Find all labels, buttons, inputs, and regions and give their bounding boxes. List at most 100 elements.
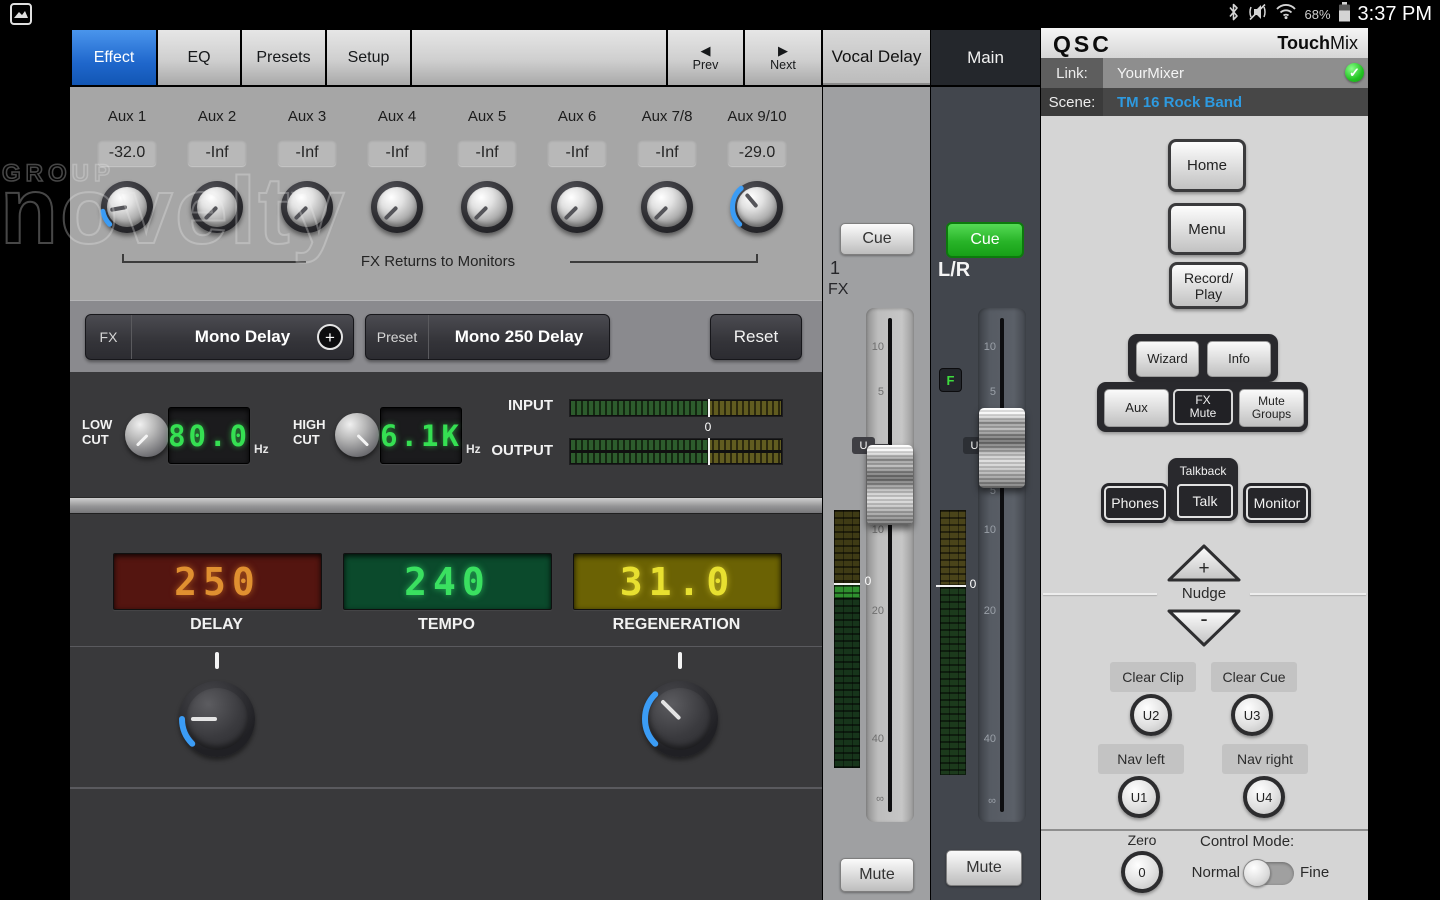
aux-send-value[interactable]: -Inf bbox=[548, 140, 606, 166]
aux-send-label: Aux 7/8 bbox=[622, 108, 712, 125]
brand-bar: QSC TouchMix bbox=[1041, 28, 1368, 59]
touchmix-logo: TouchMix bbox=[1277, 33, 1358, 54]
aux-send-knob[interactable] bbox=[281, 181, 333, 233]
aux-send-knob[interactable] bbox=[461, 181, 513, 233]
tab-setup[interactable]: Setup bbox=[327, 30, 410, 85]
low-cut-knob[interactable] bbox=[125, 413, 169, 457]
reset-button[interactable]: Reset bbox=[710, 314, 802, 360]
screenshot-notification-icon bbox=[10, 3, 32, 30]
regeneration-display[interactable]: 31.0 bbox=[573, 553, 782, 610]
clear-clip-label: Clear Clip bbox=[1110, 662, 1196, 692]
prev-button[interactable]: ◀ Prev bbox=[668, 30, 743, 85]
high-cut-knob[interactable] bbox=[335, 413, 379, 457]
delay-knob-tick bbox=[215, 652, 219, 669]
aux-send-value[interactable]: -29.0 bbox=[728, 140, 786, 166]
control-mode-toggle[interactable] bbox=[1246, 862, 1294, 885]
bracket-line-right bbox=[570, 261, 758, 263]
zero-button[interactable]: 0 bbox=[1121, 851, 1163, 893]
normal-label: Normal bbox=[1178, 864, 1240, 881]
aux-send-value[interactable]: -Inf bbox=[188, 140, 246, 166]
low-cut-label: LOWCUT bbox=[82, 417, 112, 447]
fx-mute-button[interactable]: Mute bbox=[840, 858, 914, 892]
tempo-label: TEMPO bbox=[343, 617, 550, 632]
u2-button[interactable]: U2 bbox=[1130, 694, 1172, 736]
regeneration-knob[interactable] bbox=[642, 681, 718, 757]
u3-button[interactable]: U3 bbox=[1231, 694, 1273, 736]
nudge-plus-label: + bbox=[1165, 556, 1243, 582]
fader-scale: 10 bbox=[974, 341, 996, 353]
u1-button[interactable]: U1 bbox=[1118, 776, 1160, 818]
fx-type-selector[interactable]: FX Mono Delay + bbox=[85, 314, 354, 360]
nudge-label: Nudge bbox=[1168, 585, 1240, 602]
link-value[interactable]: YourMixer bbox=[1103, 58, 1368, 88]
menu-button[interactable]: Menu bbox=[1168, 203, 1246, 255]
tempo-display[interactable]: 240 bbox=[343, 553, 552, 610]
link-ok-icon: ✓ bbox=[1345, 63, 1364, 82]
aux-send-knob[interactable] bbox=[551, 181, 603, 233]
fader-scale: ∞ bbox=[862, 793, 884, 805]
delay-knob[interactable] bbox=[179, 681, 255, 757]
scene-value[interactable]: TM 16 Rock Band bbox=[1103, 88, 1368, 116]
clear-cue-label: Clear Cue bbox=[1211, 662, 1297, 692]
fx-type-label: FX bbox=[86, 315, 132, 359]
add-fx-icon[interactable]: + bbox=[317, 324, 343, 350]
low-cut-display[interactable]: 80.0 bbox=[168, 407, 250, 464]
aux-send-value[interactable]: -Inf bbox=[278, 140, 336, 166]
aux-send-value[interactable]: -32.0 bbox=[98, 140, 156, 166]
mute-vibrate-icon bbox=[1246, 3, 1268, 26]
fx-mute-mode-button[interactable]: FXMute bbox=[1173, 389, 1233, 425]
status-bar: 68% 3:37 PM bbox=[0, 0, 1440, 28]
toggle-knob[interactable] bbox=[1243, 859, 1271, 887]
tab-eq[interactable]: EQ bbox=[158, 30, 240, 85]
main-meter-zero: 0 bbox=[966, 577, 980, 591]
next-button[interactable]: ▶ Next bbox=[745, 30, 821, 85]
aux-send-knob[interactable] bbox=[731, 181, 783, 233]
high-cut-label: HIGHCUT bbox=[293, 417, 326, 447]
record-play-button[interactable]: Record/Play bbox=[1169, 262, 1248, 309]
aux-send-knob[interactable] bbox=[641, 181, 693, 233]
main-mute-button[interactable]: Mute bbox=[946, 850, 1022, 886]
fine-mode-badge[interactable]: F bbox=[939, 368, 962, 392]
nudge-minus-label: - bbox=[1165, 606, 1243, 632]
fx-fader-handle[interactable] bbox=[867, 445, 913, 525]
wizard-button[interactable]: Wizard bbox=[1136, 341, 1199, 377]
preset-selector[interactable]: Preset Mono 250 Delay bbox=[365, 314, 610, 360]
preset-value: Mono 250 Delay bbox=[429, 327, 609, 347]
aux-send-value[interactable]: -Inf bbox=[638, 140, 696, 166]
aux-send-value[interactable]: -Inf bbox=[368, 140, 426, 166]
input-meter-label: INPUT bbox=[463, 398, 553, 413]
fx-channel-tab[interactable]: Vocal Delay bbox=[823, 30, 930, 85]
main-tab-header[interactable]: Main bbox=[931, 30, 1040, 85]
preset-label: Preset bbox=[366, 315, 429, 359]
u4-button[interactable]: U4 bbox=[1243, 776, 1285, 818]
high-cut-display[interactable]: 6.1K bbox=[380, 407, 462, 464]
qsc-logo: QSC bbox=[1053, 31, 1112, 58]
mute-groups-button[interactable]: MuteGroups bbox=[1239, 389, 1304, 427]
aux-send-knob[interactable] bbox=[371, 181, 423, 233]
fx-meter-zero: 0 bbox=[861, 574, 875, 588]
info-button[interactable]: Info bbox=[1207, 341, 1271, 377]
battery-icon bbox=[1338, 2, 1351, 27]
main-strip-name: L/R bbox=[938, 259, 970, 282]
phones-button[interactable]: Phones bbox=[1104, 486, 1166, 520]
regeneration-knob-tick bbox=[678, 652, 682, 669]
fader-scale: ∞ bbox=[974, 795, 996, 807]
monitor-button[interactable]: Monitor bbox=[1246, 486, 1308, 520]
aux-mode-button[interactable]: Aux bbox=[1104, 389, 1169, 427]
nav-right-label: Nav right bbox=[1222, 744, 1308, 774]
wifi-icon bbox=[1275, 3, 1297, 25]
tab-presets[interactable]: Presets bbox=[242, 30, 325, 85]
fx-cue-button[interactable]: Cue bbox=[840, 223, 914, 255]
home-button[interactable]: Home bbox=[1168, 139, 1246, 192]
main-cue-button[interactable]: Cue bbox=[946, 222, 1024, 258]
aux-send-value[interactable]: -Inf bbox=[458, 140, 516, 166]
tab-effect[interactable]: Effect bbox=[72, 30, 156, 85]
main-fader-handle[interactable] bbox=[979, 408, 1025, 488]
talk-button[interactable]: Talk bbox=[1177, 484, 1233, 518]
aux-send-knob[interactable] bbox=[191, 181, 243, 233]
delay-display[interactable]: 250 bbox=[113, 553, 322, 610]
meter-zero-tick bbox=[708, 438, 710, 465]
fader-scale: 5 bbox=[862, 386, 884, 398]
prev-arrow-icon: ◀ bbox=[701, 44, 711, 57]
aux-send-knob[interactable] bbox=[101, 181, 153, 233]
